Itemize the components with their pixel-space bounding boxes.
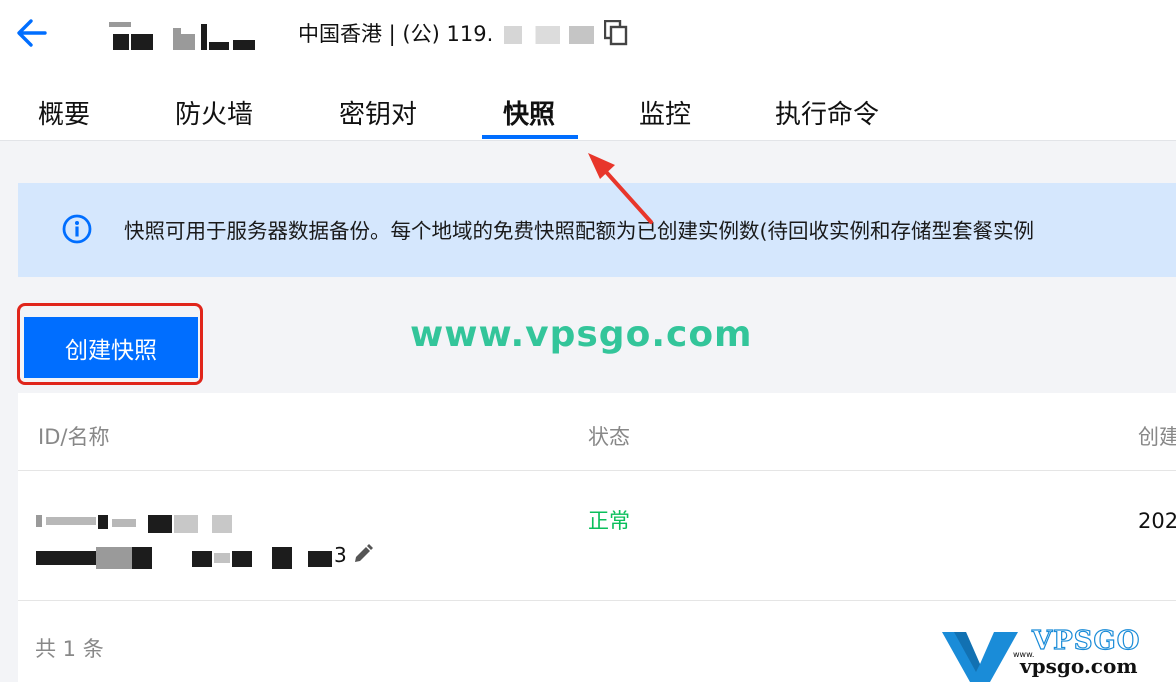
column-header-status: 状态 <box>588 425 630 449</box>
tab-keypair[interactable]: 密钥对 <box>339 94 417 131</box>
header-divider <box>0 140 1176 141</box>
row-divider-line <box>18 600 1176 601</box>
tab-firewall[interactable]: 防火墙 <box>175 94 253 131</box>
header-divider-line <box>18 470 1176 471</box>
info-icon <box>62 214 92 244</box>
region-ip-text: 中国香港 | (公) 119. <box>298 22 494 46</box>
logo-url-text: vpsgo.com <box>1020 654 1138 678</box>
instance-header: 中国香港 | (公) 119. 概要 防火墙 密钥对 快照 监控 执行命令 <box>0 0 1176 140</box>
banner-text: 快照可用于服务器数据备份。每个地域的免费快照配额为已创建实例数(待回收实例和存储… <box>124 219 1034 243</box>
created-time: 202 <box>1138 509 1176 533</box>
total-count: 共 1 条 <box>35 637 104 661</box>
column-header-created: 创建 <box>1138 425 1176 449</box>
snapshot-id-redacted: 3 <box>36 543 347 569</box>
active-tab-indicator <box>482 135 578 139</box>
tab-bar: 概要 防火墙 密钥对 快照 监控 执行命令 <box>0 82 1176 140</box>
copy-icon[interactable] <box>604 20 628 46</box>
instance-name-redacted <box>105 18 265 52</box>
watermark-text: www.vpsgo.com <box>410 314 753 355</box>
tab-exec-command[interactable]: 执行命令 <box>775 94 879 131</box>
create-snapshot-button[interactable]: 创建快照 <box>24 317 198 378</box>
edit-pencil-icon[interactable] <box>352 543 374 565</box>
tab-overview[interactable]: 概要 <box>38 94 90 131</box>
snapshot-id-suffix: 3 <box>334 543 347 567</box>
tab-snapshot[interactable]: 快照 <box>503 94 555 131</box>
snapshot-name-redacted <box>36 509 232 533</box>
column-header-id-name: ID/名称 <box>38 425 110 449</box>
tab-monitor[interactable]: 监控 <box>639 94 691 131</box>
ip-redacted <box>504 26 594 44</box>
status-badge: 正常 <box>588 509 630 533</box>
arrow-left-icon[interactable] <box>14 16 50 50</box>
annotation-arrow-icon <box>588 153 653 224</box>
logo-brand-text: VPSGO <box>1031 625 1141 656</box>
